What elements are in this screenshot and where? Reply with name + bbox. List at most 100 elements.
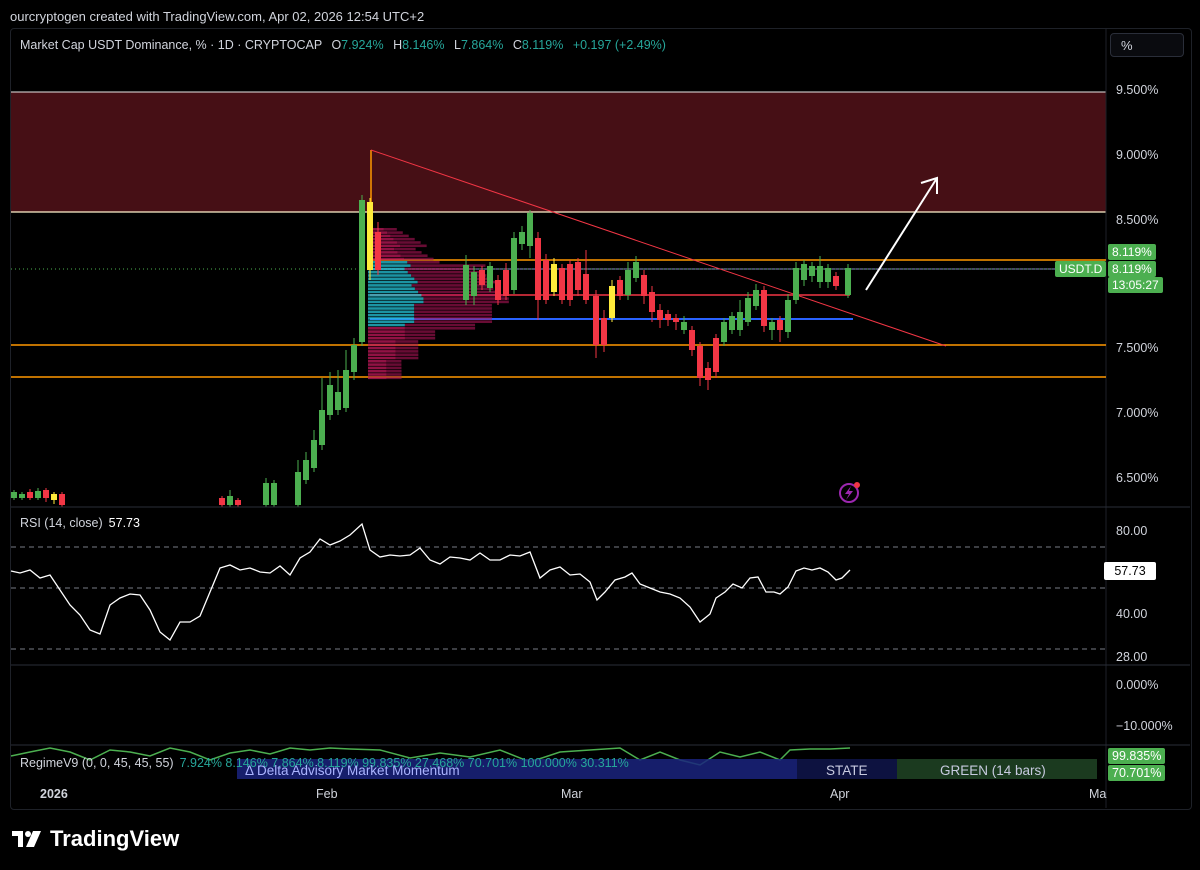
- candle-body: [753, 290, 759, 306]
- price-tick: 7.000%: [1116, 406, 1159, 420]
- candle-body: [43, 490, 49, 498]
- candle-body: [351, 345, 357, 372]
- candle-body: [777, 320, 783, 330]
- volume-profile-bar: [400, 254, 428, 257]
- chart-canvas[interactable]: [0, 0, 1200, 870]
- volume-profile-bar: [404, 257, 434, 261]
- candle-body: [673, 318, 679, 322]
- volume-profile-bar: [395, 356, 419, 360]
- volume-profile: [368, 228, 509, 380]
- price-tick: 7.500%: [1116, 341, 1159, 355]
- regime-title: Δ Delta Advisory Market Momentum: [245, 763, 460, 778]
- candle-body: [697, 346, 703, 378]
- volume-profile-bar: [404, 327, 476, 330]
- candle-body: [271, 483, 277, 505]
- volume-profile-bar: [387, 231, 403, 234]
- candle-body: [593, 296, 599, 345]
- volume-profile-bar: [368, 323, 405, 327]
- candle-body: [575, 262, 581, 290]
- candle-body: [657, 310, 663, 320]
- volume-profile-bar: [368, 303, 415, 307]
- candle-body: [375, 232, 381, 270]
- rsi-line: [10, 522, 851, 641]
- volume-profile-bar: [368, 366, 387, 370]
- candle-body: [649, 292, 655, 312]
- volume-profile-bar: [368, 284, 412, 287]
- volume-profile-bar: [414, 317, 493, 320]
- volume-profile-bar: [368, 360, 387, 363]
- candle-body: [845, 268, 851, 295]
- lightning-icon[interactable]: [839, 482, 860, 503]
- volume-profile-bar: [407, 270, 481, 274]
- volume-profile-bar: [368, 356, 396, 360]
- regime-state-label: STATE: [826, 763, 868, 778]
- change-value: +0.197 (+2.49%): [572, 38, 666, 52]
- candle-body: [11, 492, 17, 498]
- candle-body: [567, 264, 573, 300]
- volume-profile-bar: [368, 297, 424, 300]
- candle-body: [713, 338, 719, 372]
- candle-body: [519, 232, 525, 244]
- volume-profile-bar: [368, 287, 415, 290]
- volume-profile-bar: [368, 270, 408, 274]
- high-label: H: [393, 38, 403, 52]
- candle-body: [721, 322, 727, 342]
- regime-tick: −10.000%: [1116, 719, 1173, 733]
- candle-body: [785, 300, 791, 332]
- candle-body: [801, 264, 807, 280]
- time-tick: Apr: [830, 787, 850, 801]
- candle-body: [551, 264, 557, 292]
- rsi-value: 57.73: [108, 516, 140, 530]
- volume-profile-bar: [368, 376, 387, 380]
- rsi-value-badge: 57.73: [1104, 562, 1156, 580]
- volume-profile-bar: [404, 333, 436, 337]
- volume-profile-bar: [414, 303, 492, 307]
- candle-body: [59, 494, 65, 505]
- volume-profile-bar: [395, 340, 419, 343]
- candle-body: [235, 500, 241, 505]
- volume-profile-bar: [368, 307, 415, 310]
- volume-profile-bar: [414, 310, 492, 314]
- volume-profile-bar: [368, 330, 405, 333]
- volume-profile-bar: [368, 310, 415, 314]
- candle-body: [335, 392, 341, 410]
- volume-profile-bar: [386, 360, 402, 363]
- candle-body: [729, 316, 735, 330]
- price-tick: 9.500%: [1116, 83, 1159, 97]
- volume-profile-bar: [368, 317, 415, 320]
- regime-label: RegimeV9 (0, 0, 45, 45, 55): [20, 756, 174, 770]
- volume-profile-bar: [368, 343, 396, 347]
- close-label: C: [512, 38, 522, 52]
- volume-profile-bar: [414, 307, 492, 310]
- volume-profile-bar: [368, 274, 412, 277]
- candle-body: [761, 290, 767, 326]
- candle-body: [479, 270, 485, 285]
- volume-profile-bar: [404, 336, 436, 340]
- resistance-zone: [11, 92, 1106, 212]
- volume-profile-bar: [368, 280, 418, 284]
- candle-body: [809, 266, 815, 276]
- candles: [11, 195, 851, 507]
- brand-name: TradingView: [50, 826, 180, 851]
- price-tick: 9.000%: [1116, 148, 1159, 162]
- candle-body: [27, 492, 33, 498]
- candle-body: [35, 491, 41, 498]
- candle-body: [471, 272, 477, 296]
- low-value: 7.864%: [460, 38, 504, 52]
- volume-profile-bar: [368, 257, 405, 261]
- candle-body: [19, 494, 25, 498]
- volume-profile-bar: [368, 277, 415, 281]
- rsi-tick: 80.00: [1116, 524, 1148, 538]
- volume-profile-bar: [395, 350, 419, 353]
- volume-profile-bar: [368, 261, 408, 264]
- candle-body: [817, 266, 823, 282]
- candle-body: [793, 268, 799, 300]
- candle-body: [689, 330, 695, 350]
- volume-profile-bar: [368, 369, 387, 373]
- rsi-tick: 40.00: [1116, 607, 1148, 621]
- volume-profile-bar: [383, 228, 397, 231]
- candle-body: [559, 268, 565, 300]
- scale-mode-button[interactable]: %: [1110, 33, 1184, 57]
- volume-profile-bar: [404, 323, 476, 327]
- candle-body: [219, 498, 225, 505]
